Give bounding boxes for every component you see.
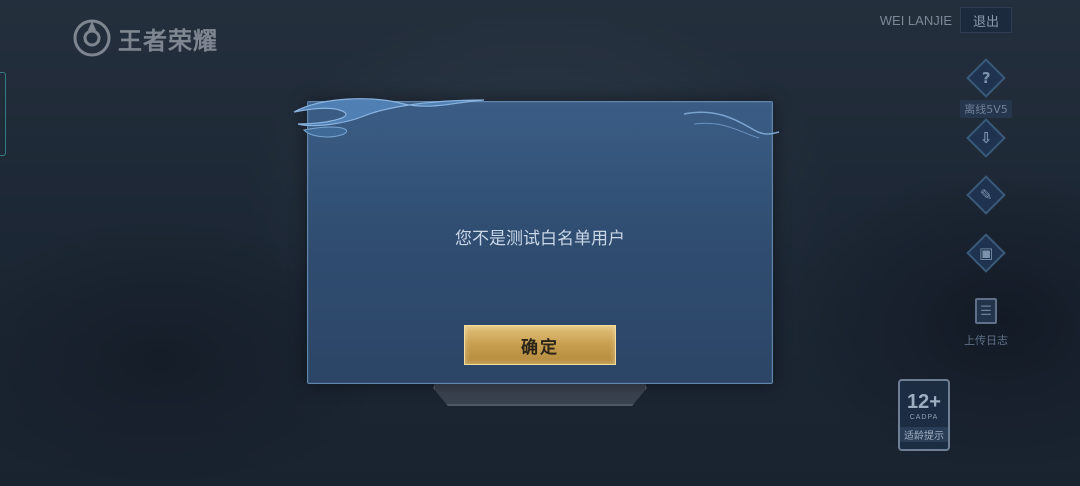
game-logo: 王者荣耀 [72,18,218,58]
confirm-button[interactable]: 确定 [464,325,616,365]
alert-dialog: 您不是测试白名单用户 确定 [293,98,780,384]
left-edge-tab[interactable] [0,72,6,156]
account-bar: WEI LANJIE 退出 [880,7,1012,33]
age-rating-number: 12+ [907,391,941,413]
repair-icon: ✎ [966,175,1006,215]
age-rating-badge[interactable]: 12+ CADPA 适龄提示 [898,379,950,451]
clipboard-icon: ☰ [975,298,997,324]
phone-button[interactable]: ▣ [956,233,1016,273]
phone-icon: ▣ [966,233,1006,273]
upload-log-button[interactable]: ☰ 上传日志 [956,298,1016,348]
upload-log-label: 上传日志 [964,334,1008,347]
download-icon: ⇩ [966,118,1006,158]
repair-button[interactable]: ✎ [956,175,1016,215]
dialog-message: 您不是测试白名单用户 [455,229,625,249]
download-button[interactable]: ⇩ [956,118,1016,158]
offline-5v5-button[interactable]: ? 离线5V5 [956,58,1016,118]
cloud-ornament-icon [293,98,780,139]
question-icon: ? [966,58,1006,98]
logo-text: 王者荣耀 [118,26,218,55]
age-rating-org: CADPA [909,414,939,421]
age-rating-tip: 适龄提示 [900,427,948,442]
offline-5v5-label: 离线5V5 [960,100,1012,118]
logout-button[interactable]: 退出 [960,7,1012,33]
logo-emblem-icon [73,19,111,57]
username-label: WEI LANJIE [879,12,952,28]
